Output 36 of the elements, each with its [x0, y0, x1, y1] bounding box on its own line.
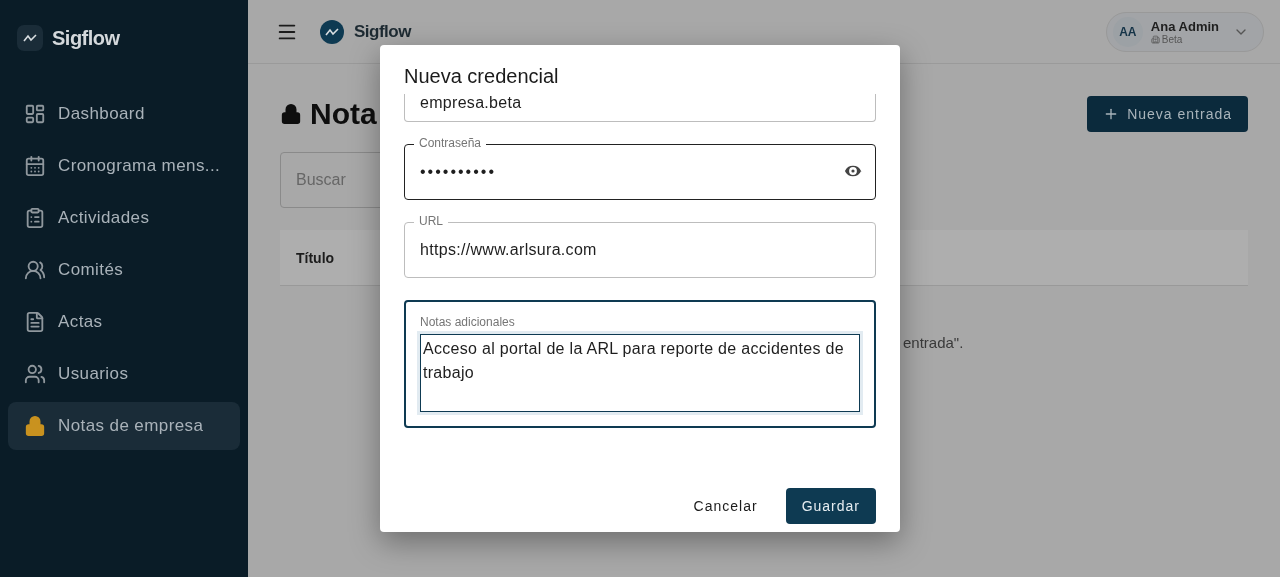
nav-item[interactable]: Actividades — [8, 194, 240, 242]
group-icon — [24, 259, 46, 281]
nav-item[interactable]: Comités — [8, 246, 240, 294]
logo-icon — [318, 17, 346, 46]
new-entry-button[interactable]: Nueva entrada — [1087, 96, 1248, 132]
calendar-icon — [24, 155, 46, 177]
page-title: Nota — [310, 97, 377, 131]
dialog-title: Nueva credencial — [404, 65, 560, 88]
logo-icon — [16, 24, 44, 52]
cancel-button[interactable]: Cancelar — [677, 488, 774, 524]
nav-item[interactable]: Dashboard — [8, 90, 240, 138]
clipboard-icon — [24, 207, 46, 229]
user-menu[interactable]: AA Ana Admin Beta — [1105, 11, 1264, 52]
column-header: Título — [296, 249, 335, 266]
nav-item[interactable]: Usuarios — [8, 350, 240, 398]
user-name: Ana Admin — [1150, 18, 1219, 34]
field-label: URL — [414, 214, 448, 228]
document-icon — [24, 311, 46, 333]
company-name: Beta — [1161, 33, 1183, 45]
nav-item[interactable]: Cronograma mens... — [8, 142, 240, 190]
lock-icon — [280, 103, 302, 125]
lock-icon — [24, 415, 46, 437]
people-icon — [24, 363, 46, 385]
brand-name: Sigflow — [52, 26, 120, 50]
text-area[interactable]: Acceso al portal de la ARL para reporte de accidentes de trabajo — [420, 334, 860, 412]
avatar: AA — [1112, 16, 1143, 47]
building-icon — [1150, 34, 1160, 44]
empty-message: entrada". — [903, 334, 965, 351]
nav-item[interactable]: Notas de empresa — [8, 402, 240, 450]
field-label: Contraseña — [414, 136, 487, 150]
save-button[interactable]: Guardar — [785, 488, 876, 524]
dashboard-icon — [24, 103, 46, 125]
field-label: Notas adicionales — [420, 316, 516, 328]
brand-name: Sigflow — [354, 21, 411, 42]
input-field[interactable]: empresa.beta — [404, 94, 876, 122]
nav-item[interactable]: Actas — [8, 298, 240, 346]
